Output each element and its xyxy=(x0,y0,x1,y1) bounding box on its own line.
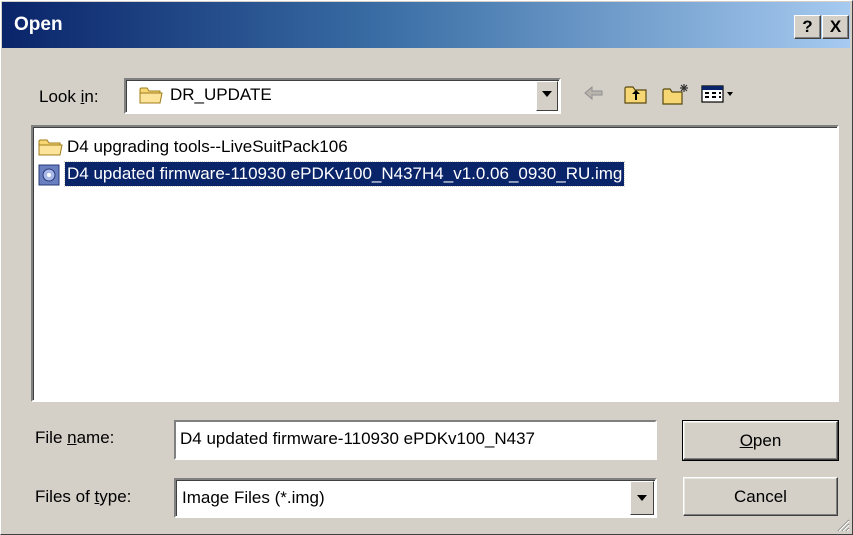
file-name: D4 upgrading tools--LiveSuitPack106 xyxy=(67,137,348,156)
folder-icon xyxy=(139,87,163,104)
window-title: Open xyxy=(14,14,63,35)
title-bar[interactable]: Open ? X xyxy=(2,2,850,48)
file-name-input[interactable]: D4 updated firmware-110930 ePDKv100_N437 xyxy=(174,420,657,460)
help-icon: ? xyxy=(802,17,813,36)
folder-icon xyxy=(38,139,63,156)
back-arrow-icon[interactable] xyxy=(582,83,606,103)
look-in-dropdown-button[interactable] xyxy=(536,81,558,111)
file-name: D4 updated firmware-110930 ePDKv100_N437… xyxy=(63,161,626,187)
open-button[interactable]: Open xyxy=(682,420,839,461)
look-in-label: Look in: xyxy=(39,87,99,106)
file-type-value: Image Files (*.img) xyxy=(182,488,325,507)
chevron-down-icon xyxy=(637,495,647,501)
list-item[interactable]: D4 updated firmware-110930 ePDKv100_N437… xyxy=(35,161,815,187)
file-name-label: File name: xyxy=(35,428,115,447)
open-dialog: Open ? X Look in: DR_UPDATE D4 upgrading… xyxy=(0,0,853,535)
file-type-dropdown-button[interactable] xyxy=(630,481,654,515)
view-menu-icon[interactable] xyxy=(701,83,737,105)
chevron-down-icon xyxy=(542,91,552,97)
help-button[interactable]: ? xyxy=(794,15,821,39)
look-in-value: DR_UPDATE xyxy=(170,85,272,104)
cancel-button[interactable]: Cancel xyxy=(683,477,838,516)
up-one-level-icon[interactable] xyxy=(624,83,648,105)
file-type-label: Files of type: xyxy=(35,487,132,506)
resize-grip-icon[interactable] xyxy=(836,518,850,532)
new-folder-icon[interactable] xyxy=(662,83,690,105)
file-list[interactable]: D4 upgrading tools--LiveSuitPack106 D4 u… xyxy=(31,125,839,402)
look-in-dropdown[interactable]: DR_UPDATE xyxy=(124,78,561,114)
file-type-dropdown[interactable]: Image Files (*.img) xyxy=(174,478,657,518)
list-item[interactable]: D4 upgrading tools--LiveSuitPack106 xyxy=(35,135,455,159)
close-button[interactable]: X xyxy=(822,15,849,39)
disc-image-icon xyxy=(38,164,60,186)
close-icon: X xyxy=(829,17,842,36)
